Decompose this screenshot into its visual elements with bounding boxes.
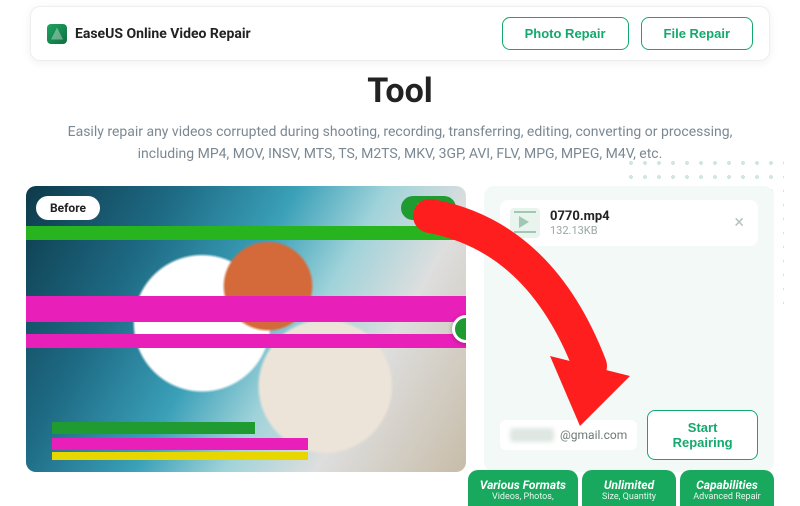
file-name: 0770.mp4 [550, 209, 610, 224]
start-repairing-button[interactable]: Start Repairing [647, 410, 758, 460]
brand: EaseUS Online Video Repair [47, 24, 251, 44]
feature-sub: Advanced Repair [692, 492, 762, 502]
glitch-bar [52, 422, 254, 434]
file-repair-button[interactable]: File Repair [641, 17, 753, 50]
before-badge: Before [36, 196, 100, 220]
glitch-bar [26, 226, 466, 240]
file-row: 0770.mp4 132.13KB × [500, 200, 758, 246]
glitch-bar [26, 334, 466, 348]
page-title: Tool [50, 71, 750, 111]
email-field[interactable]: @gmail.com [500, 420, 637, 450]
glitch-bar [52, 438, 307, 450]
brand-name: EaseUS Online Video Repair [75, 26, 251, 42]
photo-repair-button[interactable]: Photo Repair [502, 17, 629, 50]
email-redacted [510, 428, 554, 442]
after-badge: After [401, 196, 456, 220]
feature-sub: Videos, Photos, [480, 492, 566, 502]
feature-title: Various Formats [480, 478, 566, 492]
before-after-preview: Before After [26, 186, 466, 472]
feature-card: Various Formats Videos, Photos, [468, 470, 578, 506]
upload-panel: 0770.mp4 132.13KB × @gmail.com Start Rep… [484, 186, 774, 472]
top-bar: EaseUS Online Video Repair Photo Repair … [30, 6, 770, 61]
glitch-bar [26, 296, 466, 322]
feature-strip: Various Formats Videos, Photos, Unlimite… [468, 470, 774, 506]
page-description: Easily repair any videos corrupted durin… [50, 121, 750, 166]
feature-card: Unlimited Size, Quantity [582, 470, 676, 506]
file-size: 132.13KB [550, 224, 610, 237]
feature-sub: Size, Quantity [594, 492, 664, 502]
remove-file-button[interactable]: × [730, 212, 748, 233]
glitch-bar [52, 452, 307, 460]
hero: Tool Easily repair any videos corrupted … [0, 71, 800, 166]
feature-title: Unlimited [594, 478, 664, 492]
email-domain: @gmail.com [560, 428, 627, 442]
feature-title: Capabilities [692, 478, 762, 492]
logo-icon [47, 24, 67, 44]
video-file-icon [510, 208, 540, 238]
feature-card: Capabilities Advanced Repair [680, 470, 774, 506]
